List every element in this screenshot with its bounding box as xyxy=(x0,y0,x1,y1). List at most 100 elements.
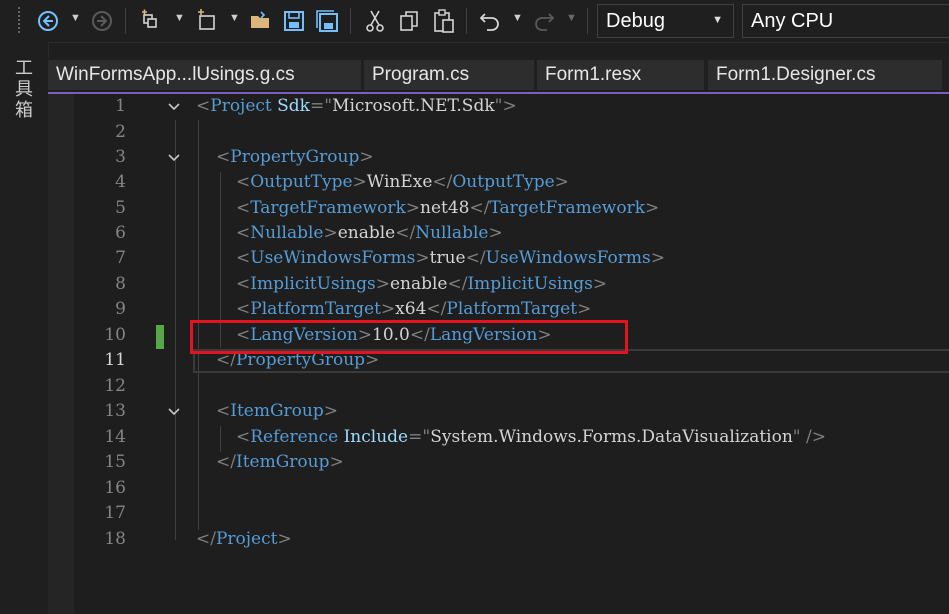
xml-tag: Reference xyxy=(250,427,339,447)
indent-guide xyxy=(175,120,176,540)
line-number: 3 xyxy=(115,147,126,167)
xml-text: true xyxy=(429,248,466,268)
line-number: 9 xyxy=(115,299,126,319)
editor-margin xyxy=(48,94,74,614)
xml-tag: TargetFramework xyxy=(250,198,406,218)
new-item-icon[interactable] xyxy=(194,6,220,36)
code-line-5: <TargetFramework>net48</TargetFramework> xyxy=(236,198,660,218)
tab-globalusings[interactable]: WinFormsApp...lUsings.g.cs xyxy=(48,60,361,90)
xml-text: WinExe xyxy=(366,172,433,192)
line-number: 18 xyxy=(104,529,126,549)
xml-text: enable xyxy=(337,223,396,243)
xml-tag: PlatformTarget xyxy=(446,299,578,319)
xml-attribute-value: Microsoft.NET.Sdk xyxy=(332,96,495,116)
xml-attribute: Sdk xyxy=(277,96,310,116)
tab-form1-resx[interactable]: Form1.resx xyxy=(537,60,704,90)
new-project-icon[interactable] xyxy=(138,6,164,36)
code-line-3: <PropertyGroup> xyxy=(216,147,374,167)
change-marker xyxy=(156,325,164,349)
xml-text: net48 xyxy=(420,198,470,218)
paste-icon[interactable] xyxy=(431,6,457,36)
xml-tag: PropertyGroup xyxy=(230,147,360,167)
code-line-7: <UseWindowsForms>true</UseWindowsForms> xyxy=(236,248,665,268)
xml-tag: Project xyxy=(210,96,272,116)
xml-tag: Project xyxy=(215,529,278,549)
forward-icon[interactable] xyxy=(90,6,114,36)
xml-attribute-value: System.Windows.Forms.DataVisualization xyxy=(430,427,793,447)
tab-label: Form1.resx xyxy=(545,64,642,85)
xml-tag: ImplicitUsings xyxy=(250,274,376,294)
line-number: 13 xyxy=(104,401,126,421)
code-line-9: <PlatformTarget>x64</PlatformTarget> xyxy=(236,299,592,319)
left-tool-window-strip xyxy=(0,42,49,614)
toolbar-separator xyxy=(466,8,467,34)
code-line-13: <ItemGroup> xyxy=(216,401,338,421)
chevron-down-icon: ▼ xyxy=(712,14,723,26)
code-line-1: <Project Sdk="Microsoft.NET.Sdk"> xyxy=(196,96,517,116)
line-number: 12 xyxy=(104,376,126,396)
xml-tag: OutputType xyxy=(250,172,353,192)
new-project-chevron-icon[interactable]: ▼ xyxy=(174,12,185,24)
toolbar-separator xyxy=(125,8,126,34)
save-icon[interactable] xyxy=(281,6,307,36)
undo-icon[interactable] xyxy=(477,6,503,36)
redo-icon[interactable] xyxy=(531,6,557,36)
main-toolbar: ▼ ▼ ▼ ▼ ▼ Debug ▼ Any CPU xyxy=(0,0,949,43)
line-number-active: 11 xyxy=(104,350,126,370)
tab-label: Form1.Designer.cs xyxy=(716,64,876,85)
xml-tag: UseWindowsForms xyxy=(250,248,416,268)
line-number: 4 xyxy=(115,172,126,192)
xml-tag: ImplicitUsings xyxy=(467,274,593,294)
line-number: 5 xyxy=(115,198,126,218)
fold-chevron-icon[interactable] xyxy=(167,151,181,165)
toolbar-separator xyxy=(350,8,351,34)
fold-chevron-icon[interactable] xyxy=(167,405,181,419)
code-line-6: <Nullable>enable</Nullable> xyxy=(236,223,503,243)
line-number: 6 xyxy=(115,223,126,243)
save-all-icon[interactable] xyxy=(314,6,340,36)
redo-chevron-icon[interactable]: ▼ xyxy=(566,12,577,24)
toolbar-grip[interactable] xyxy=(17,6,21,34)
xml-tag: ItemGroup xyxy=(230,401,324,421)
undo-chevron-icon[interactable]: ▼ xyxy=(512,12,523,24)
open-folder-icon[interactable] xyxy=(248,6,274,36)
copy-icon[interactable] xyxy=(396,6,422,36)
line-number: 10 xyxy=(104,325,126,345)
indent-guide xyxy=(220,426,221,452)
tab-label: WinFormsApp...lUsings.g.cs xyxy=(56,64,295,85)
configuration-value: Debug xyxy=(606,9,665,32)
code-line-8: <ImplicitUsings>enable</ImplicitUsings> xyxy=(236,274,608,294)
configuration-dropdown[interactable]: Debug ▼ xyxy=(597,4,734,38)
document-tab-bar: WinFormsApp...lUsings.g.cs Program.cs Fo… xyxy=(48,58,949,92)
xml-tag: Nullable xyxy=(415,223,489,243)
line-number: 15 xyxy=(104,452,126,472)
xml-tag: TargetFramework xyxy=(489,198,645,218)
cut-icon[interactable] xyxy=(362,6,388,36)
platform-dropdown[interactable]: Any CPU xyxy=(742,4,949,38)
back-dropdown-chevron-icon[interactable]: ▼ xyxy=(70,12,81,24)
toolbox-tab[interactable]: 工具箱 xyxy=(13,58,35,121)
fold-chevron-icon[interactable] xyxy=(167,100,181,114)
line-number: 7 xyxy=(115,248,126,268)
tab-form1-designer-cs[interactable]: Form1.Designer.cs xyxy=(708,60,942,90)
line-number: 8 xyxy=(115,274,126,294)
code-line-4: <OutputType>WinExe</OutputType> xyxy=(236,172,569,192)
xml-tag: PlatformTarget xyxy=(250,299,381,319)
xml-tag: ItemGroup xyxy=(235,452,330,472)
tab-program-cs[interactable]: Program.cs xyxy=(364,60,534,90)
new-item-chevron-icon[interactable]: ▼ xyxy=(229,12,240,24)
platform-value: Any CPU xyxy=(751,9,834,32)
line-number: 1 xyxy=(115,96,126,116)
code-line-18: </Project> xyxy=(196,529,292,549)
xml-tag: Nullable xyxy=(250,223,324,243)
xml-text: enable xyxy=(389,274,448,294)
highlight-annotation-box xyxy=(190,320,628,354)
code-line-14: <Reference Include="System.Windows.Forms… xyxy=(236,427,826,447)
code-line-15: </ItemGroup> xyxy=(216,452,344,472)
xml-attribute: Include xyxy=(343,427,409,447)
xml-tag: UseWindowsForms xyxy=(485,248,651,268)
back-icon[interactable] xyxy=(36,6,60,36)
tab-label: Program.cs xyxy=(372,64,470,85)
xml-tag: OutputType xyxy=(452,172,555,192)
line-number: 2 xyxy=(115,122,126,142)
